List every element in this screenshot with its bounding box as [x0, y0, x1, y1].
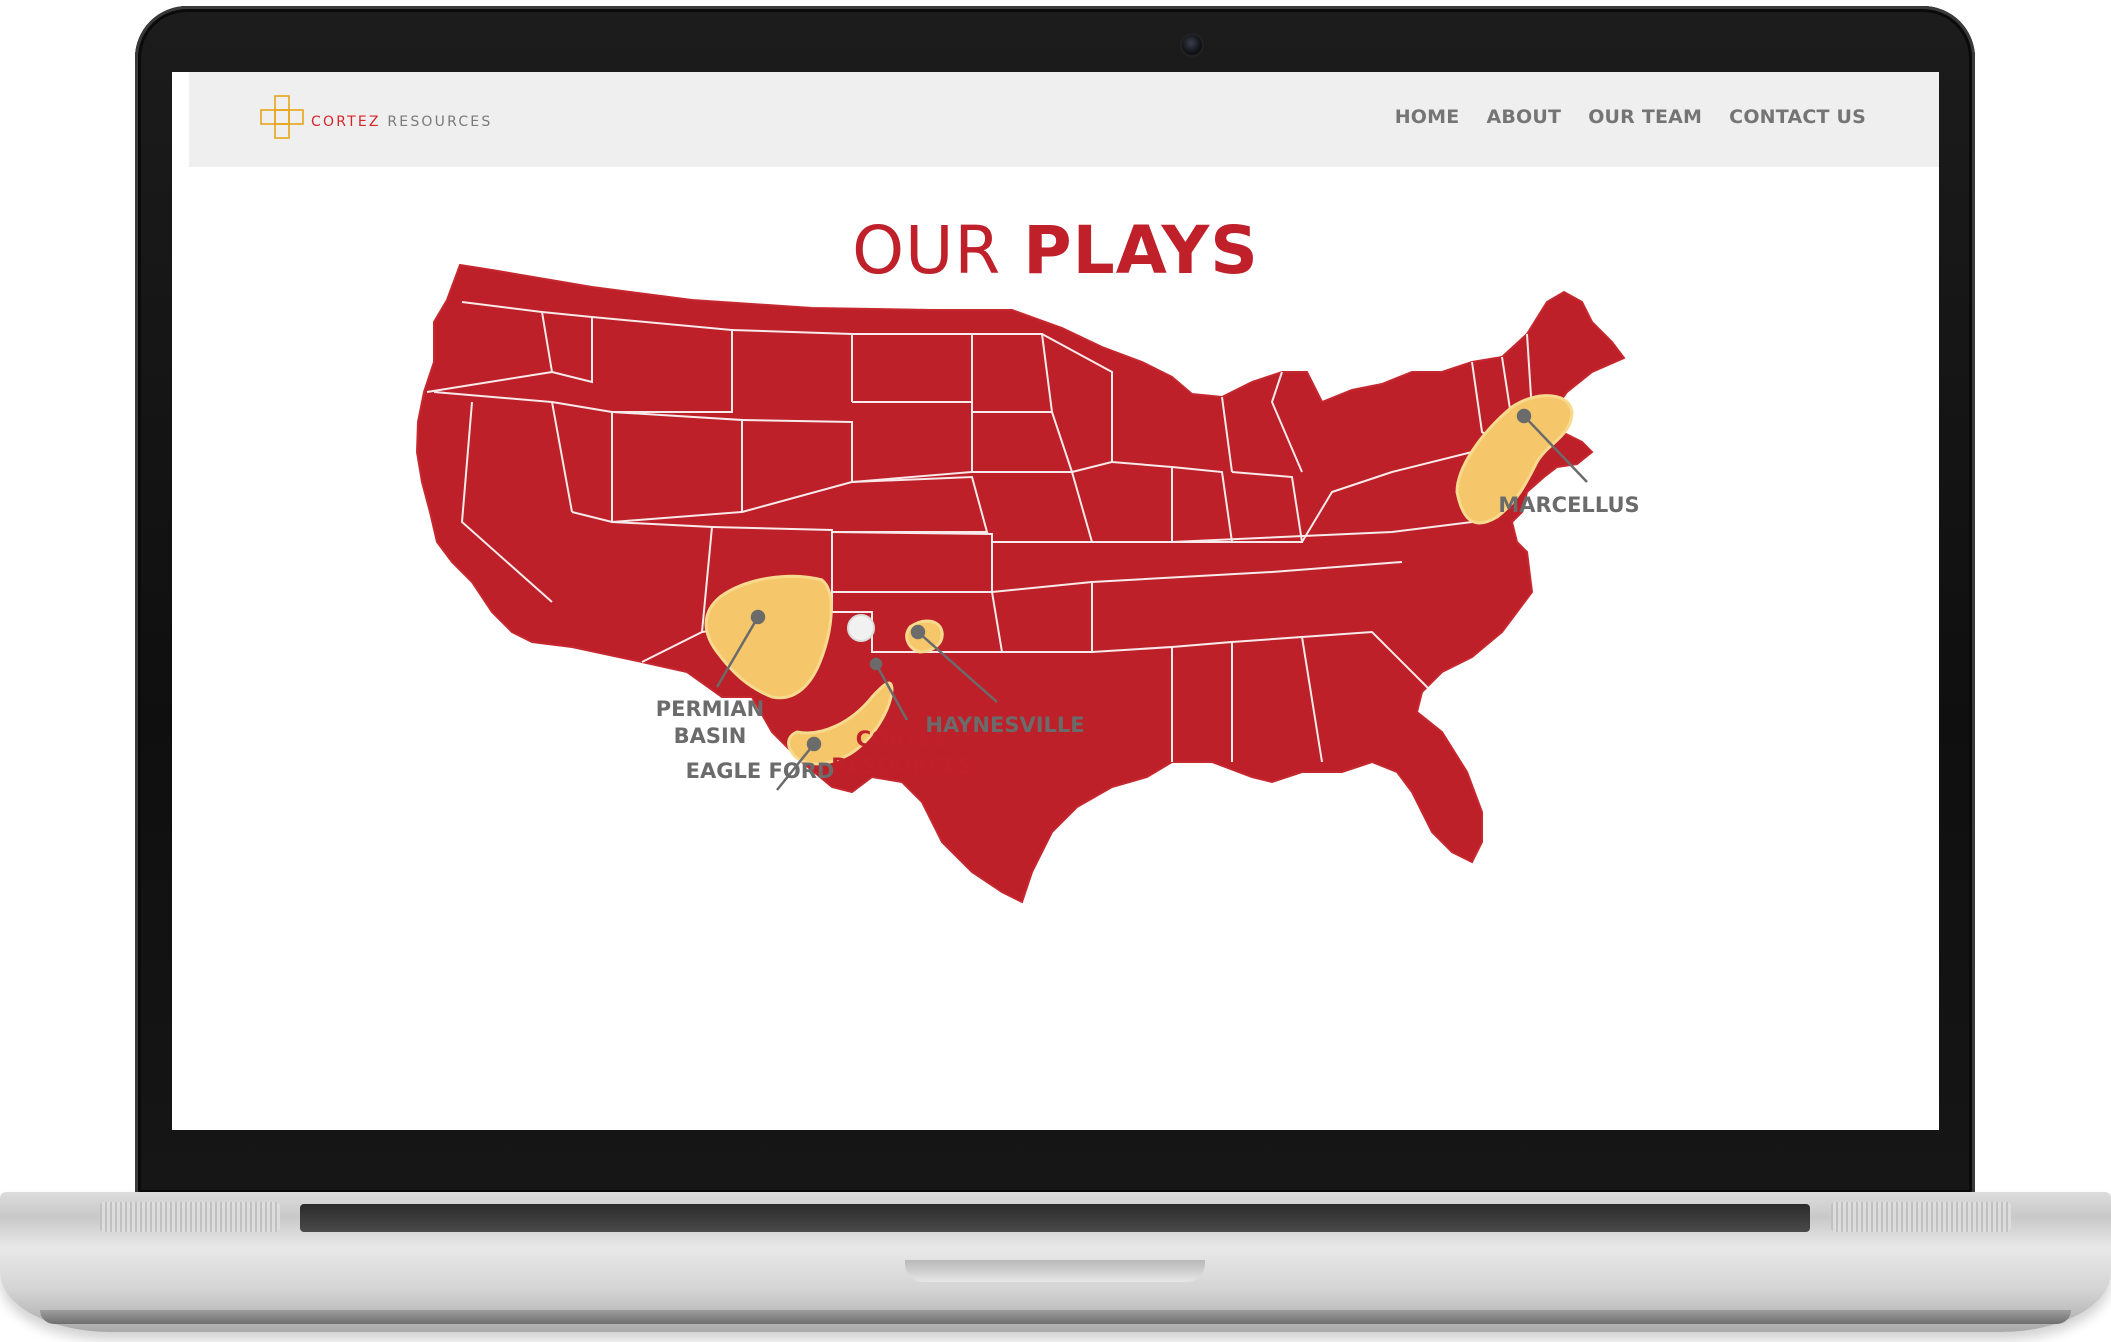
speaker-grille-right [1831, 1202, 2011, 1232]
callout-marcellus[interactable]: MARCELLUS [1494, 492, 1644, 519]
keyboard-edge [300, 1204, 1810, 1232]
camera-icon [1182, 35, 1202, 55]
us-map-shape [415, 263, 1626, 904]
laptop-base [0, 1192, 2111, 1332]
browser-screen: CORTEZ RESOURCES HOME ABOUT OUR TEAM CON… [172, 72, 1939, 1130]
callout-permian-basin[interactable]: PERMIAN BASIN [635, 696, 785, 750]
trackpad-notch [905, 1260, 1205, 1282]
us-map [415, 263, 1626, 904]
callout-haynesville[interactable]: HAYNESVILLE [905, 712, 1105, 739]
base-lip [40, 1310, 2071, 1324]
speaker-grille-left [100, 1202, 280, 1232]
cortez-location-dot[interactable] [847, 614, 875, 642]
